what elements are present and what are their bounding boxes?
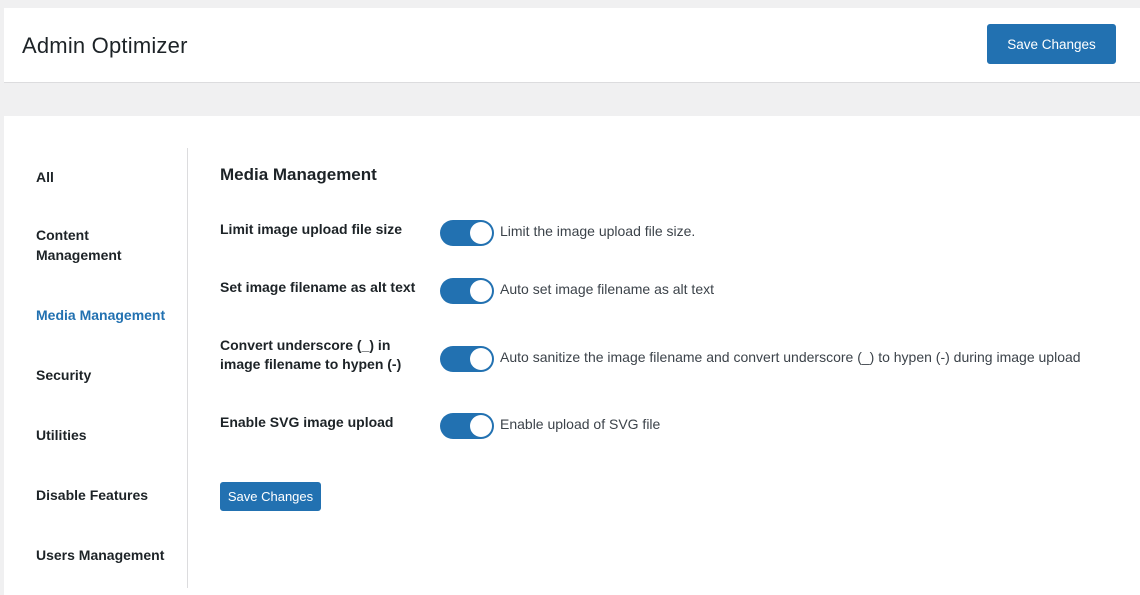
- setting-label-convert-underscore: Convert underscore (_) in image filename…: [220, 337, 402, 372]
- sidebar-item-disable-features[interactable]: Disable Features: [36, 485, 176, 505]
- section-title: Media Management: [220, 165, 377, 184]
- setting-desc-enable-svg: Enable upload of SVG file: [500, 416, 661, 432]
- setting-label-enable-svg: Enable SVG image upload: [220, 414, 394, 430]
- save-changes-button-top[interactable]: Save Changes: [987, 24, 1116, 64]
- save-changes-button-bottom[interactable]: Save Changes: [220, 482, 321, 511]
- sidebar-item-users-management[interactable]: Users Management: [36, 545, 176, 565]
- toggle-knob: [470, 348, 492, 370]
- settings-panel: All Content Management Media Management …: [4, 116, 1140, 595]
- sidebar-item-all[interactable]: All: [36, 167, 176, 187]
- app-title: Admin Optimizer: [22, 33, 188, 58]
- toggle-enable-svg[interactable]: [440, 413, 494, 439]
- sidebar-item-media-management[interactable]: Media Management: [36, 305, 176, 325]
- sidebar-item-security[interactable]: Security: [36, 365, 176, 385]
- settings-sidebar: All Content Management Media Management …: [4, 148, 188, 588]
- setting-desc-filename-alt-text: Auto set image filename as alt text: [500, 281, 714, 297]
- toggle-knob: [470, 280, 492, 302]
- setting-label-limit-upload-size: Limit image upload file size: [220, 221, 403, 237]
- sidebar-item-content-management[interactable]: Content Management: [36, 225, 156, 265]
- toggle-knob: [470, 415, 492, 437]
- toggle-filename-alt-text[interactable]: [440, 278, 494, 304]
- toggle-limit-upload-size[interactable]: [440, 220, 494, 246]
- toggle-convert-underscore[interactable]: [440, 346, 494, 372]
- page-header: Admin Optimizer Save Changes: [4, 8, 1140, 83]
- setting-label-filename-alt-text: Set image filename as alt text: [220, 279, 416, 295]
- setting-desc-limit-upload-size: Limit the image upload file size.: [500, 223, 696, 239]
- toggle-knob: [470, 222, 492, 244]
- sidebar-item-utilities[interactable]: Utilities: [36, 425, 176, 445]
- settings-content: Media Management Limit image upload file…: [220, 116, 1120, 595]
- setting-desc-convert-underscore: Auto sanitize the image filename and con…: [500, 349, 1081, 365]
